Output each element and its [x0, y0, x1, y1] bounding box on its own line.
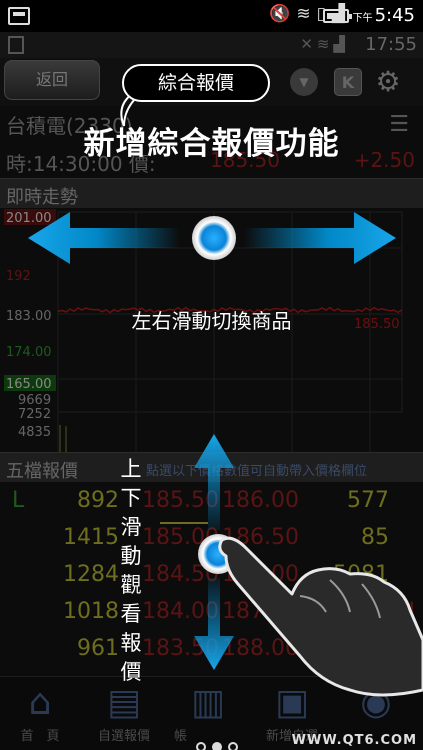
tutorial-overlay[interactable]: 綜合報價 新增綜合報價功能 左右滑動切換商品 上 下 滑 動 觀 看 報 價	[0, 0, 423, 750]
pointing-hand-icon	[218, 536, 423, 697]
